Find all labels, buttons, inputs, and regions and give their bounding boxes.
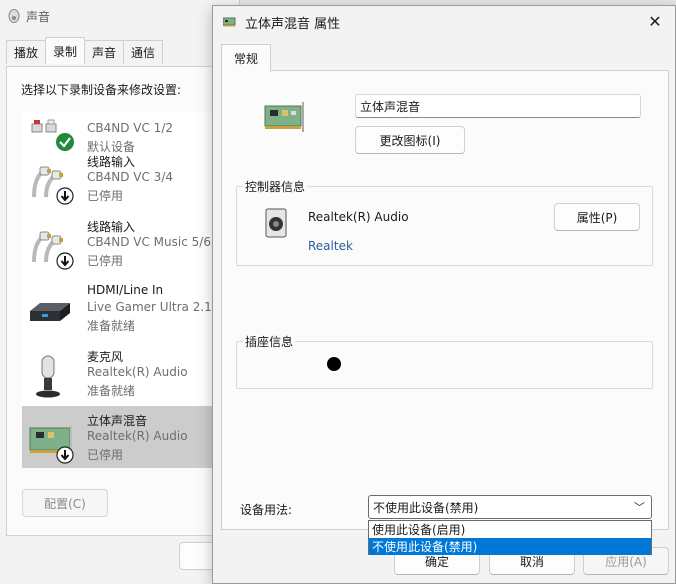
controller-vendor-link[interactable]: Realtek — [308, 239, 353, 253]
device-status: 准备就绪 — [87, 319, 136, 333]
tab-recording[interactable]: 录制 — [45, 37, 86, 64]
sound-card-icon — [264, 102, 304, 132]
capture-device-icon — [30, 303, 70, 321]
device-status: 准备就绪 — [87, 384, 136, 398]
change-icon-button[interactable]: 更改图标(I) — [355, 126, 465, 154]
device-usage-dropdown: 使用此设备(启用) 不使用此设备(禁用) — [368, 520, 652, 555]
tab-sounds[interactable]: 声音 — [84, 40, 125, 64]
device-status: 已停用 — [87, 189, 124, 203]
disabled-arrow-icon — [56, 446, 74, 464]
sound-window-titlebar: 声音 — [8, 6, 50, 26]
sound-tabs: 播放 录制 声音 通信 — [6, 37, 164, 64]
microphone-icon — [36, 355, 60, 398]
jack-color-indicator — [327, 357, 341, 371]
device-subtitle: Realtek(R) Audio — [87, 365, 188, 379]
controller-info-label: 控制器信息 — [243, 178, 308, 195]
device-name-input[interactable]: 立体声混音 — [355, 94, 641, 118]
dialog-titlebar: 立体声混音 属性 — [223, 12, 340, 32]
disabled-arrow-icon — [56, 187, 74, 205]
device-name: 立体声混音 — [87, 414, 148, 428]
properties-dialog: 立体声混音 属性 ✕ 常规 立体声混音 更改图标(I) 控制器信息 Realte… — [212, 5, 676, 584]
sound-window-title: 声音 — [26, 9, 51, 24]
usage-option-disable[interactable]: 不使用此设备(禁用) — [369, 538, 651, 555]
recording-prompt: 选择以下录制设备来修改设置: — [21, 83, 182, 97]
jack-info-group — [236, 341, 653, 389]
sound-window: 声音 播放 录制 声音 通信 选择以下录制设备来修改设置: CB4ND VC 1… — [0, 0, 240, 584]
sound-card-icon — [223, 17, 236, 27]
list-item[interactable]: HDMI/Line In Live Gamer Ultra 2.1-A 准备就绪 — [22, 279, 240, 341]
speaker-icon — [8, 9, 20, 23]
device-name: HDMI/Line In — [87, 283, 164, 297]
close-icon[interactable]: ✕ — [641, 9, 669, 33]
list-item[interactable]: 立体声混音 Realtek(R) Audio 已停用 — [22, 406, 240, 468]
device-name: 线路输入 — [87, 220, 136, 234]
device-subtitle: Realtek(R) Audio — [87, 429, 188, 443]
properties-button[interactable]: 属性(P) — [554, 203, 640, 231]
device-name: 麦克风 — [87, 350, 124, 364]
device-status: 已停用 — [87, 254, 124, 268]
device-subtitle: CB4ND VC 3/4 — [87, 170, 173, 184]
list-item[interactable]: 线路输入 CB4ND VC Music 5/6 已停用 — [22, 214, 240, 276]
tab-communications[interactable]: 通信 — [123, 40, 164, 64]
configure-button[interactable]: 配置(C) — [22, 489, 108, 517]
usage-option-enable[interactable]: 使用此设备(启用) — [369, 521, 651, 538]
chevron-down-icon: ﹀ — [634, 501, 645, 514]
disabled-arrow-icon — [56, 252, 74, 270]
device-usage-select[interactable]: 不使用此设备(禁用) ﹀ — [368, 495, 652, 519]
list-item[interactable]: 麦克风 Realtek(R) Audio 准备就绪 — [22, 344, 240, 406]
controller-name: Realtek(R) Audio — [308, 210, 409, 224]
tab-playback[interactable]: 播放 — [6, 40, 47, 64]
speaker-icon — [265, 208, 287, 238]
tab-general[interactable]: 常规 — [221, 44, 271, 72]
device-subtitle: CB4ND VC Music 5/6 — [87, 235, 211, 249]
device-status: 已停用 — [87, 448, 124, 462]
device-subtitle: CB4ND VC 1/2 — [87, 121, 173, 135]
device-name: 线路输入 — [87, 155, 136, 169]
device-subtitle: Live Gamer Ultra 2.1-A — [87, 300, 225, 314]
dialog-title: 立体声混音 属性 — [245, 16, 341, 32]
device-usage-value: 不使用此设备(禁用) — [373, 500, 479, 515]
recording-device-list[interactable]: CB4ND VC 1/2 默认设备 线路输入 CB4ND VC 3/4 已停用 — [22, 112, 240, 468]
jack-info-label: 插座信息 — [243, 333, 296, 350]
device-usage-label: 设备用法: — [240, 503, 293, 517]
list-item[interactable]: 线路输入 CB4ND VC 3/4 已停用 — [22, 149, 240, 211]
